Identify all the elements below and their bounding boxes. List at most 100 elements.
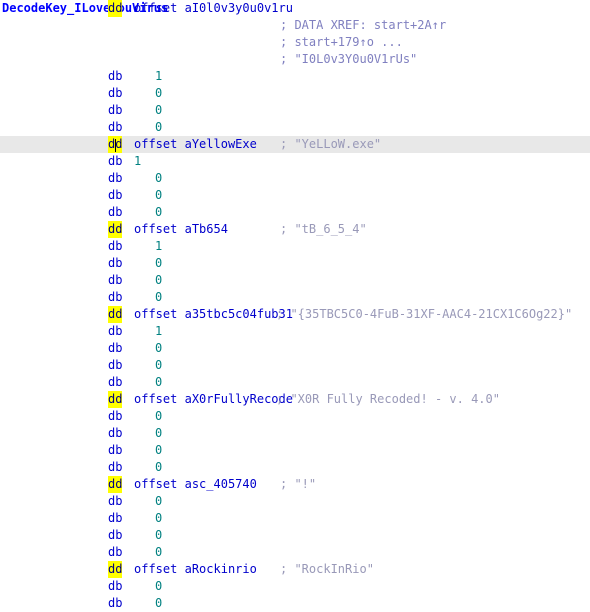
db-value[interactable]: 1 — [155, 238, 162, 255]
disassembly-line[interactable]: dd offset a35tbc5c04fub31; "{35TBC5C0-4Fu… — [0, 306, 590, 323]
disassembly-line[interactable]: dd offset asc_405740 ; "!" — [0, 476, 590, 493]
disassembly-line[interactable]: ; DATA XREF: start+2A↑r — [0, 17, 590, 34]
mnemonic-dd[interactable]: dd — [108, 476, 123, 493]
disassembly-line[interactable]: db 0 — [0, 442, 590, 459]
disassembly-line[interactable]: db 0 — [0, 255, 590, 272]
disassembly-line[interactable]: dd offset aX0rFullyRecode; "X0R Fully Rec… — [0, 391, 590, 408]
db-value[interactable]: 0 — [155, 578, 162, 595]
mnemonic-db[interactable]: db — [108, 544, 122, 561]
db-value[interactable]: 0 — [155, 357, 162, 374]
db-value[interactable]: 0 — [155, 595, 162, 612]
db-value[interactable]: 0 — [155, 425, 162, 442]
db-value[interactable]: 0 — [155, 374, 162, 391]
mnemonic-db[interactable]: db — [108, 493, 122, 510]
disassembly-line[interactable]: db 0 — [0, 578, 590, 595]
mnemonic-db[interactable]: db — [108, 68, 122, 85]
operand-symbol[interactable]: aTb654 — [185, 222, 228, 236]
mnemonic-db[interactable]: db — [108, 323, 122, 340]
mnemonic-db[interactable]: db — [108, 408, 122, 425]
db-value[interactable]: 0 — [155, 459, 162, 476]
db-value[interactable]: 0 — [155, 442, 162, 459]
db-value[interactable]: 0 — [155, 289, 162, 306]
disassembly-line[interactable]: db 1 — [0, 153, 590, 170]
disassembly-line[interactable]: db 0 — [0, 459, 590, 476]
disassembly-line[interactable]: db 0 — [0, 510, 590, 527]
disassembly-line[interactable]: db 0 — [0, 187, 590, 204]
disassembly-line[interactable]: db 0 — [0, 170, 590, 187]
db-value[interactable]: 0 — [155, 85, 162, 102]
disassembly-line[interactable]: db 1 — [0, 68, 590, 85]
db-value[interactable]: 0 — [155, 255, 162, 272]
mnemonic-db[interactable]: db — [108, 187, 122, 204]
mnemonic-db[interactable]: db — [108, 357, 122, 374]
db-value[interactable]: 1 — [134, 153, 141, 170]
disassembly-line[interactable]: db 0 — [0, 408, 590, 425]
db-value[interactable]: 0 — [155, 102, 162, 119]
disassembly-line[interactable]: db 1 — [0, 238, 590, 255]
db-value[interactable]: 0 — [155, 510, 162, 527]
db-value[interactable]: 0 — [155, 544, 162, 561]
disassembly-line[interactable]: dd offset aYellowExe ; "YeLLoW.exe" — [0, 136, 590, 153]
disassembly-line[interactable]: db 0 — [0, 595, 590, 612]
mnemonic-db[interactable]: db — [108, 442, 122, 459]
mnemonic-db[interactable]: db — [108, 102, 122, 119]
mnemonic-db[interactable]: db — [108, 204, 122, 221]
disassembly-line[interactable]: db 0 — [0, 493, 590, 510]
mnemonic-db[interactable]: db — [108, 255, 122, 272]
disassembly-listing[interactable]: DecodeKey_ILoveYouVirus dd offset aI0l0v3y… — [0, 0, 590, 612]
db-value[interactable]: 0 — [155, 119, 162, 136]
mnemonic-db[interactable]: db — [108, 340, 122, 357]
disassembly-line[interactable]: ; start+179↑o ... — [0, 34, 590, 51]
mnemonic-db[interactable]: db — [108, 119, 122, 136]
disassembly-line[interactable]: db 0 — [0, 102, 590, 119]
disassembly-line[interactable]: db 0 — [0, 204, 590, 221]
db-value[interactable]: 0 — [155, 340, 162, 357]
mnemonic-dd[interactable]: dd — [108, 136, 123, 153]
db-value[interactable]: 0 — [155, 204, 162, 221]
mnemonic-db[interactable]: db — [108, 527, 122, 544]
db-value[interactable]: 1 — [155, 323, 162, 340]
db-value[interactable]: 0 — [155, 187, 162, 204]
disassembly-line[interactable]: db 0 — [0, 425, 590, 442]
disassembly-line[interactable]: db 0 — [0, 527, 590, 544]
mnemonic-db[interactable]: db — [108, 170, 122, 187]
db-value[interactable]: 0 — [155, 408, 162, 425]
disassembly-line[interactable]: dd offset aTb654 ; "tB_6_5_4" — [0, 221, 590, 238]
disassembly-line[interactable]: db 0 — [0, 272, 590, 289]
db-value[interactable]: 0 — [155, 527, 162, 544]
mnemonic-db[interactable]: db — [108, 85, 122, 102]
disassembly-line[interactable]: db 0 — [0, 544, 590, 561]
mnemonic-db[interactable]: db — [108, 425, 122, 442]
operand-symbol[interactable]: aRockinrio — [185, 562, 257, 576]
operand-symbol[interactable]: asc_405740 — [185, 477, 257, 491]
mnemonic-db[interactable]: db — [108, 459, 122, 476]
operand-symbol[interactable]: aI0l0v3y0u0v1ru — [185, 1, 293, 15]
disassembly-line[interactable]: db 0 — [0, 289, 590, 306]
db-value[interactable]: 0 — [155, 170, 162, 187]
disassembly-line[interactable]: DecodeKey_ILoveYouVirus dd offset aI0l0v3y… — [0, 0, 590, 17]
disassembly-line[interactable]: db 0 — [0, 119, 590, 136]
mnemonic-db[interactable]: db — [108, 272, 122, 289]
operand-symbol[interactable]: aYellowExe — [185, 137, 257, 151]
mnemonic-db[interactable]: db — [108, 374, 122, 391]
disassembly-line[interactable]: db 0 — [0, 357, 590, 374]
mnemonic-db[interactable]: db — [108, 578, 122, 595]
disassembly-line[interactable]: db 0 — [0, 340, 590, 357]
disassembly-line[interactable]: db 0 — [0, 374, 590, 391]
mnemonic-dd[interactable]: dd — [108, 391, 123, 408]
db-value[interactable]: 1 — [155, 68, 162, 85]
mnemonic-db[interactable]: db — [108, 289, 122, 306]
mnemonic-dd[interactable]: dd — [108, 561, 123, 578]
db-value[interactable]: 0 — [155, 493, 162, 510]
mnemonic-dd[interactable]: dd — [108, 306, 123, 323]
db-value[interactable]: 0 — [155, 272, 162, 289]
disassembly-line[interactable]: db 0 — [0, 85, 590, 102]
mnemonic-dd[interactable]: dd — [108, 0, 123, 17]
disassembly-line[interactable]: db 1 — [0, 323, 590, 340]
disassembly-line[interactable]: ; "I0L0v3Y0u0V1rUs" — [0, 51, 590, 68]
mnemonic-db[interactable]: db — [108, 153, 122, 170]
disassembly-line[interactable]: dd offset aRockinrio ; "RockInRio" — [0, 561, 590, 578]
mnemonic-dd[interactable]: dd — [108, 221, 123, 238]
mnemonic-db[interactable]: db — [108, 238, 122, 255]
mnemonic-db[interactable]: db — [108, 595, 122, 612]
